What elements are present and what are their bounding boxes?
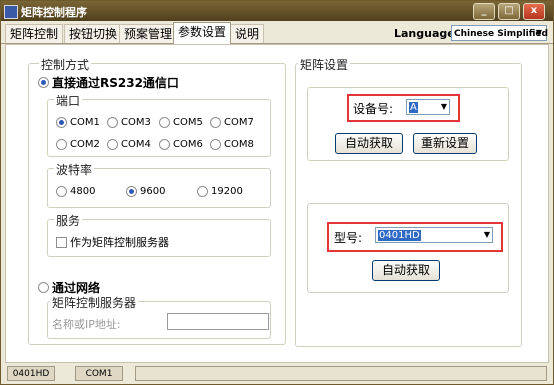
- device-value: A: [409, 102, 418, 113]
- tab-matrix-control[interactable]: 矩阵控制: [5, 24, 64, 43]
- chevron-down-icon: ▼: [483, 230, 490, 239]
- title-bar[interactable]: 矩阵控制程序 _ □ x: [1, 1, 553, 21]
- port-option-com2[interactable]: COM2: [56, 139, 100, 151]
- port-option-com3[interactable]: COM3: [107, 117, 151, 129]
- baud-title: 波特率: [54, 161, 95, 178]
- auto-get-device-button[interactable]: 自动获取: [335, 133, 403, 154]
- app-icon: [4, 5, 18, 19]
- minimize-button[interactable]: _: [473, 3, 495, 20]
- server-checkbox-option[interactable]: 作为矩阵控制服务器: [56, 234, 169, 250]
- app-window: 矩阵控制程序 _ □ x 矩阵控制 按钮切换 预案管理 参数设置 说明 Lang…: [0, 0, 554, 385]
- device-label: 设备号:: [353, 102, 394, 116]
- baud-radio[interactable]: [126, 186, 137, 197]
- port-radio[interactable]: [56, 139, 67, 150]
- server-address-input[interactable]: [167, 313, 269, 330]
- settings-panel: 控制方式 直接通过RS232通信口 端口 COM1 COM3 COM5 COM7…: [5, 44, 549, 363]
- matrix-settings-title: 矩阵设置: [298, 56, 351, 73]
- status-model: 0401HD: [7, 366, 55, 381]
- port-option-com4[interactable]: COM4: [107, 139, 151, 151]
- baud-option-4800[interactable]: 4800: [56, 186, 95, 198]
- window-title: 矩阵控制程序: [21, 6, 87, 19]
- rs232-radio[interactable]: [38, 77, 49, 88]
- matrix-server-title: 矩阵控制服务器: [50, 294, 139, 311]
- tab-parameter-settings[interactable]: 参数设置: [173, 22, 232, 44]
- port-radio[interactable]: [210, 117, 221, 128]
- tab-button-switch[interactable]: 按钮切换: [64, 24, 123, 43]
- language-select[interactable]: Chinese Simplified ▼: [451, 25, 548, 41]
- port-option-com7[interactable]: COM7: [210, 117, 254, 129]
- model-label: 型号:: [334, 231, 363, 245]
- tab-preset-management[interactable]: 预案管理: [119, 24, 178, 43]
- chevron-down-icon: ▼: [440, 102, 447, 111]
- model-select[interactable]: 0401HD ▼: [375, 227, 493, 243]
- port-radio[interactable]: [56, 117, 67, 128]
- tab-help[interactable]: 说明: [230, 24, 265, 43]
- port-radio[interactable]: [210, 139, 221, 150]
- rs232-option[interactable]: 直接通过RS232通信口: [38, 74, 179, 91]
- port-option-com6[interactable]: COM6: [159, 139, 203, 151]
- server-checkbox[interactable]: [56, 236, 67, 248]
- baud-option-19200[interactable]: 19200: [197, 186, 243, 198]
- tab-bar: 矩阵控制 按钮切换 预案管理 参数设置 说明 Language: Chinese…: [1, 21, 553, 44]
- port-radio[interactable]: [107, 139, 118, 150]
- language-label: Language:: [394, 27, 460, 40]
- chevron-down-icon: ▼: [535, 28, 543, 37]
- port-radio[interactable]: [159, 117, 170, 128]
- server-name-label: 名称或IP地址:: [52, 318, 121, 331]
- maximize-button[interactable]: □: [498, 3, 520, 20]
- network-radio[interactable]: [38, 282, 49, 293]
- baud-radio[interactable]: [197, 186, 208, 197]
- control-mode-title: 控制方式: [39, 56, 92, 73]
- baud-option-9600[interactable]: 9600: [126, 186, 165, 198]
- baud-radio[interactable]: [56, 186, 67, 197]
- close-button[interactable]: x: [523, 3, 545, 20]
- port-option-com1[interactable]: COM1: [56, 117, 100, 129]
- model-value: 0401HD: [378, 230, 421, 241]
- port-title: 端口: [54, 92, 83, 109]
- device-select[interactable]: A ▼: [406, 99, 450, 115]
- auto-get-model-button[interactable]: 自动获取: [372, 260, 440, 281]
- port-option-com5[interactable]: COM5: [159, 117, 203, 129]
- status-empty-cell: [135, 366, 547, 381]
- status-port: COM1: [75, 366, 123, 381]
- status-bar: 0401HD COM1: [5, 366, 549, 382]
- reset-button[interactable]: 重新设置: [413, 133, 477, 154]
- port-radio[interactable]: [107, 117, 118, 128]
- service-title: 服务: [54, 212, 83, 229]
- port-radio[interactable]: [159, 139, 170, 150]
- port-option-com8[interactable]: COM8: [210, 139, 254, 151]
